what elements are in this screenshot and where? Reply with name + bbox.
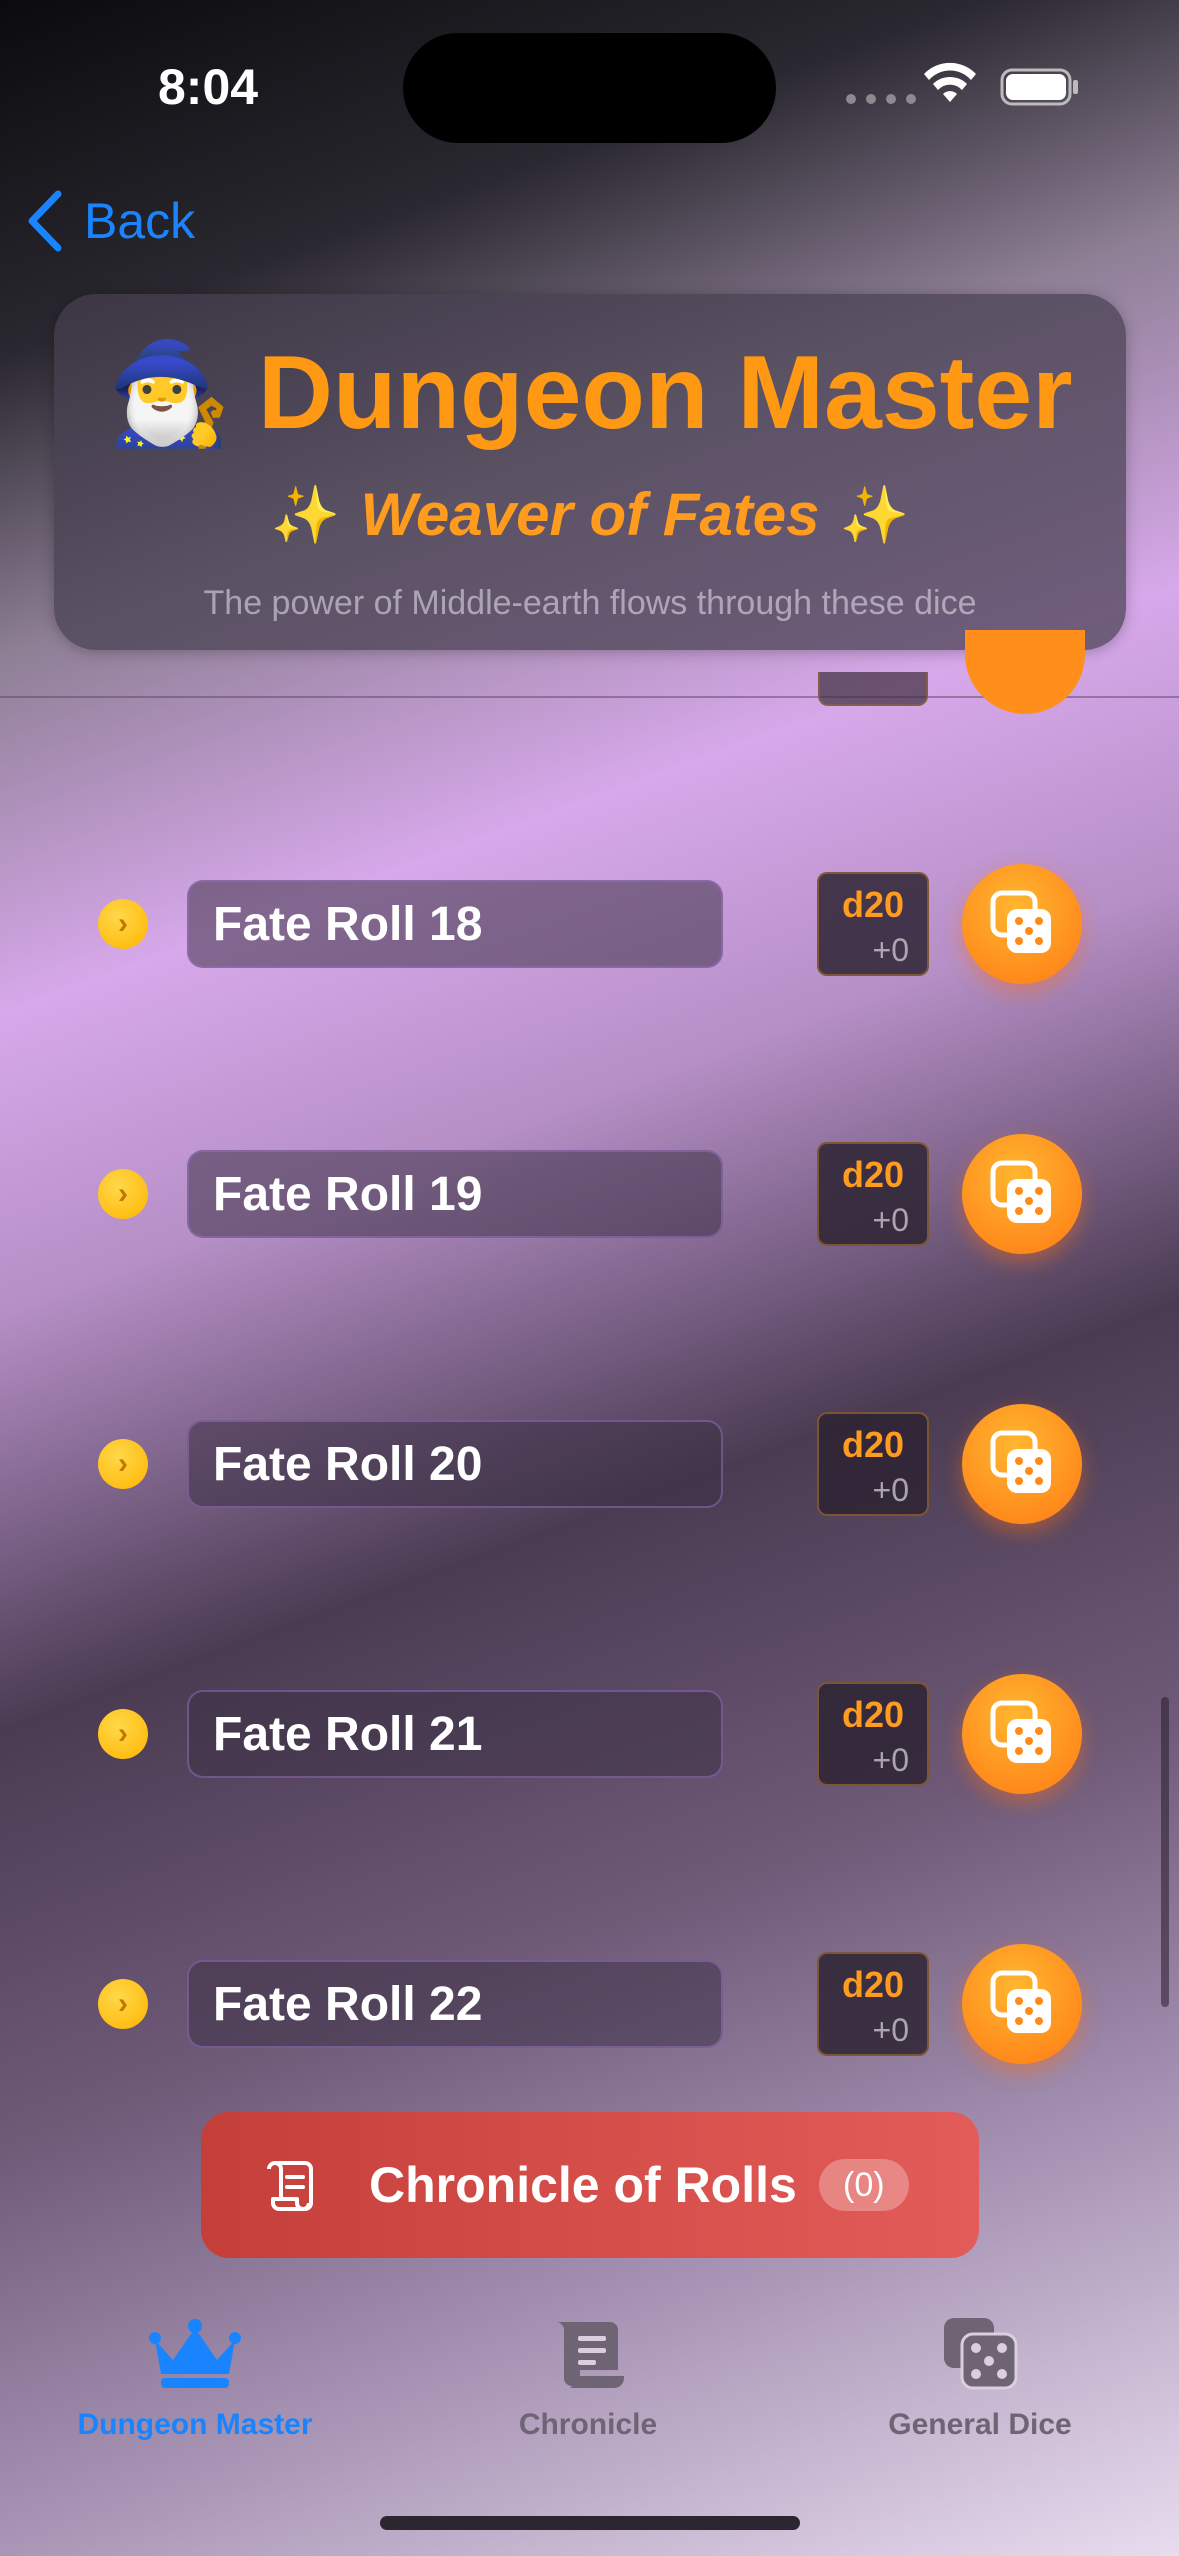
chevron-right-icon[interactable]: ›	[98, 1979, 148, 2029]
scroll-icon	[267, 2161, 313, 2211]
dice-icon	[990, 1160, 1051, 1223]
scroll-icon	[556, 2322, 624, 2388]
die-modifier: +0	[872, 1202, 909, 1238]
list-item: › Fate Roll 19 d20 +0	[0, 1128, 1179, 1258]
dice-config-chip[interactable]: d20 +0	[817, 1412, 929, 1516]
die-type: d20	[841, 1424, 905, 1465]
roll-name-field[interactable]: Fate Roll 19	[187, 1150, 723, 1238]
back-label: Back	[84, 193, 196, 249]
wifi-icon	[924, 62, 976, 102]
roll-name-field[interactable]: Fate Roll 18	[187, 880, 723, 968]
chronicle-of-rolls-button[interactable]: Chronicle of Rolls (0)	[201, 2112, 979, 2258]
dice-icon	[990, 1430, 1051, 1493]
chevron-left-icon	[28, 190, 62, 252]
sparkle-icon: ✨	[270, 482, 341, 546]
roll-dice-button[interactable]	[962, 1674, 1082, 1794]
wizard-icon: 🧙‍♂️	[107, 337, 232, 450]
chronicle-count-badge: (0)	[819, 2159, 909, 2211]
chevron-right-icon[interactable]: ›	[98, 1709, 148, 1759]
die-type: d20	[841, 884, 905, 925]
die-modifier: +0	[872, 2012, 909, 2048]
sparkle-icon: ✨	[839, 482, 910, 546]
status-time: 8:04	[158, 59, 259, 115]
page-subtitle: Weaver of Fates	[360, 481, 820, 548]
crown-icon	[149, 2319, 241, 2388]
home-indicator[interactable]	[380, 2516, 800, 2530]
list-item: › Fate Roll 18 d20 +0	[0, 858, 1179, 988]
header-card: 🧙‍♂️ Dungeon Master ✨ Weaver of Fates ✨ …	[54, 294, 1126, 650]
die-type: d20	[841, 1964, 905, 2005]
roll-dice-button[interactable]	[962, 864, 1082, 984]
dice-icon	[944, 2318, 1018, 2390]
chevron-right-icon[interactable]: ›	[98, 899, 148, 949]
roll-dice-button[interactable]	[962, 1404, 1082, 1524]
list-item: › Fate Roll 21 d20 +0	[0, 1668, 1179, 1798]
tab-dungeon-master[interactable]: Dungeon Master	[45, 2318, 345, 2442]
chevron-right-icon[interactable]: ›	[98, 1439, 148, 1489]
battery-icon	[1000, 68, 1078, 106]
scrollbar[interactable]	[1161, 1697, 1169, 2007]
tab-label: Dungeon Master	[77, 2408, 313, 2441]
tab-general-dice[interactable]: General Dice	[830, 2318, 1130, 2442]
die-type: d20	[841, 1154, 905, 1195]
die-modifier: +0	[872, 932, 909, 968]
die-modifier: +0	[872, 1472, 909, 1508]
chevron-right-icon[interactable]: ›	[98, 1169, 148, 1219]
partial-dice-chip	[818, 672, 928, 706]
list-item: › Fate Roll 22 d20 +0	[0, 1938, 1179, 2068]
dynamic-island	[403, 33, 776, 143]
die-type: d20	[841, 1694, 905, 1735]
tab-label: General Dice	[888, 2408, 1072, 2441]
dice-config-chip[interactable]: d20 +0	[817, 1142, 929, 1246]
back-button[interactable]: Back	[26, 190, 195, 252]
status-bar: 8:04	[0, 0, 1179, 170]
roll-name-field[interactable]: Fate Roll 22	[187, 1960, 723, 2048]
dice-config-chip[interactable]: d20 +0	[817, 1682, 929, 1786]
partial-roll-button[interactable]	[965, 630, 1085, 714]
dice-config-chip[interactable]: d20 +0	[817, 872, 929, 976]
dice-icon	[990, 890, 1051, 953]
cellular-signal-icon	[846, 94, 916, 104]
dice-config-chip[interactable]: d20 +0	[817, 1952, 929, 2056]
header-tagline: The power of Middle-earth flows through …	[203, 584, 977, 622]
tab-chronicle[interactable]: Chronicle	[438, 2318, 738, 2442]
list-item: › Fate Roll 20 d20 +0	[0, 1398, 1179, 1528]
dice-icon	[990, 1700, 1051, 1763]
die-modifier: +0	[872, 1742, 909, 1778]
tab-label: Chronicle	[518, 2408, 658, 2441]
roll-dice-button[interactable]	[962, 1944, 1082, 2064]
dice-icon	[990, 1970, 1051, 2033]
chronicle-label: Chronicle of Rolls	[369, 2157, 797, 2213]
roll-name-field[interactable]: Fate Roll 20	[187, 1420, 723, 1508]
page-title: Dungeon Master	[257, 335, 1073, 451]
roll-name-field[interactable]: Fate Roll 21	[187, 1690, 723, 1778]
roll-dice-button[interactable]	[962, 1134, 1082, 1254]
